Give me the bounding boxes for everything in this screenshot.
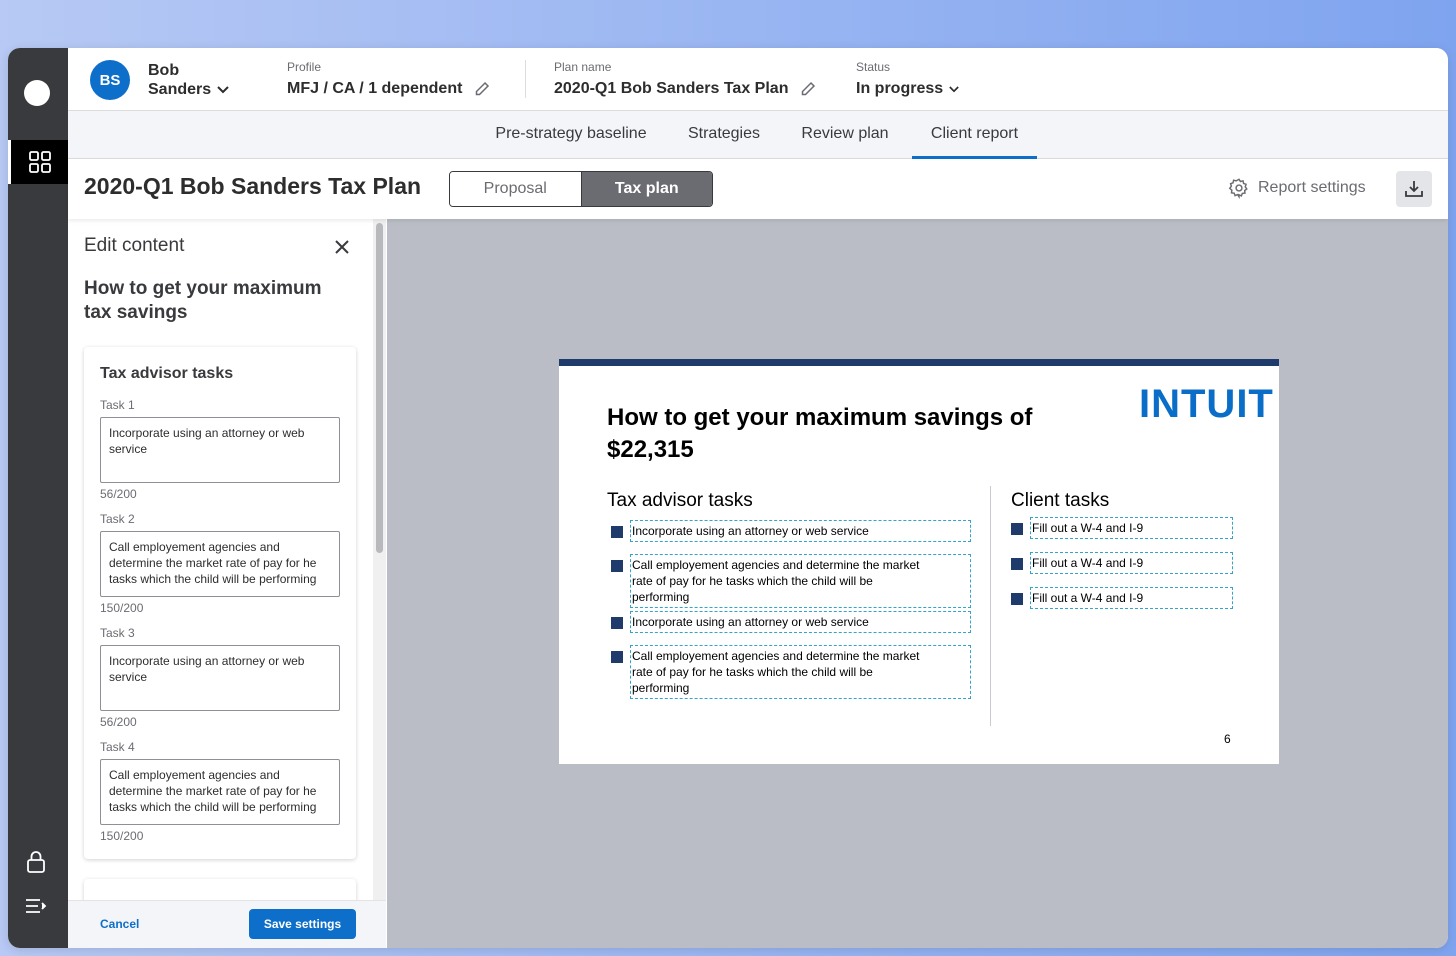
advisor-task-item[interactable]: Call employement agencies and determine … — [611, 554, 971, 608]
char-count: 56/200 — [100, 487, 137, 501]
panel-subtitle: How to get your maximum tax savings — [84, 278, 322, 323]
task-label: Task 3 — [100, 626, 135, 640]
task-label: Task 1 — [100, 398, 135, 412]
top-header: BS Bob Sanders Profile MFJ / CA / 1 depe… — [68, 48, 1448, 111]
left-rail — [8, 48, 68, 948]
bullet-square — [611, 651, 623, 663]
tab-pre-strategy-baseline[interactable]: Pre-strategy baseline — [488, 111, 654, 159]
avatar[interactable]: BS — [90, 60, 130, 100]
scrollbar-thumb[interactable] — [376, 223, 383, 553]
plan-name-label: Plan name — [554, 60, 612, 74]
task-4-input[interactable]: Call employement agencies and determine … — [100, 759, 340, 825]
menu-icon[interactable] — [25, 896, 47, 916]
task-1-input[interactable]: Incorporate using an attorney or web ser… — [100, 417, 340, 483]
pencil-icon[interactable] — [800, 81, 816, 97]
close-icon[interactable] — [334, 239, 350, 255]
view-toggle: Proposal Tax plan — [449, 171, 713, 207]
client-first-name: Bob — [148, 62, 180, 79]
profile-field: Profile MFJ / CA / 1 dependent — [287, 60, 490, 98]
report-settings-button[interactable]: Report settings — [1228, 177, 1366, 199]
download-button[interactable] — [1396, 171, 1432, 207]
client-column-title: Client tasks — [1011, 490, 1110, 511]
gear-icon — [1228, 178, 1248, 199]
edit-content-panel: Edit content How to get your maximum tax… — [68, 219, 386, 948]
bullet-square — [1011, 593, 1023, 605]
dashboard-icon[interactable] — [8, 140, 68, 184]
char-count: 150/200 — [100, 829, 144, 843]
download-icon — [1405, 181, 1423, 197]
pencil-icon[interactable] — [474, 81, 490, 97]
tax-advisor-tasks-card: Tax advisor tasks Task 1 Incorporate usi… — [84, 347, 356, 859]
status-label: Status — [856, 60, 891, 74]
panel-footer: Cancel Save settings — [68, 900, 386, 948]
advisor-task-text: Call employement agencies and determine … — [630, 645, 971, 699]
task-3-input[interactable]: Incorporate using an attorney or web ser… — [100, 645, 340, 711]
app-logo-icon[interactable] — [24, 80, 50, 106]
column-divider — [990, 486, 991, 726]
advisor-task-text: Incorporate using an attorney or web ser… — [630, 611, 971, 633]
client-task-item[interactable]: Fill out a W-4 and I-9 — [1011, 587, 1233, 609]
tab-strategies[interactable]: Strategies — [676, 111, 772, 159]
bullet-square — [1011, 558, 1023, 570]
chevron-down-icon — [949, 85, 959, 92]
page-title: 2020-Q1 Bob Sanders Tax Plan — [84, 173, 422, 199]
chevron-down-icon — [217, 80, 229, 99]
report-slide: How to get your maximum savings of $22,3… — [559, 359, 1279, 764]
bullet-square — [1011, 523, 1023, 535]
proposal-toggle[interactable]: Proposal — [450, 172, 581, 206]
title-bar: 2020-Q1 Bob Sanders Tax Plan Proposal Ta… — [68, 159, 1448, 219]
advisor-task-text: Call employement agencies and determine … — [630, 554, 971, 608]
tax-plan-toggle[interactable]: Tax plan — [580, 172, 712, 206]
profile-label: Profile — [287, 60, 322, 74]
bullet-square — [611, 617, 623, 629]
client-task-text: Fill out a W-4 and I-9 — [1030, 517, 1233, 539]
client-task-item[interactable]: Fill out a W-4 and I-9 — [1011, 517, 1233, 539]
bullet-square — [611, 526, 623, 538]
tab-client-report[interactable]: Client report — [912, 111, 1037, 159]
task-2-input[interactable]: Call employement agencies and determine … — [100, 531, 340, 597]
app-window: BS Bob Sanders Profile MFJ / CA / 1 depe… — [8, 48, 1448, 948]
client-task-text: Fill out a W-4 and I-9 — [1030, 552, 1233, 574]
save-settings-button[interactable]: Save settings — [249, 909, 356, 939]
page-number: 6 — [1224, 732, 1231, 746]
main-tabs: Pre-strategy baseline Strategies Review … — [68, 111, 1448, 159]
intuit-logo: INTUIT — [1139, 382, 1274, 426]
plan-name-field: Plan name 2020-Q1 Bob Sanders Tax Plan — [554, 60, 816, 98]
task-label: Task 2 — [100, 512, 135, 526]
advisor-task-text: Incorporate using an attorney or web ser… — [630, 520, 971, 542]
header-divider — [525, 60, 526, 98]
slide-title: How to get your maximum savings of $22,3… — [607, 404, 1033, 463]
cancel-button[interactable]: Cancel — [100, 917, 139, 931]
tab-review-plan[interactable]: Review plan — [794, 111, 896, 159]
client-last-name: Sanders — [148, 81, 212, 98]
char-count: 56/200 — [100, 715, 137, 729]
panel-scrollbar[interactable] — [373, 219, 386, 948]
advisor-task-item[interactable]: Incorporate using an attorney or web ser… — [611, 611, 971, 633]
profile-value: MFJ / CA / 1 dependent — [287, 80, 463, 97]
advisor-task-item[interactable]: Incorporate using an attorney or web ser… — [611, 520, 971, 542]
panel-heading: Edit content — [84, 235, 185, 256]
lock-icon[interactable] — [25, 850, 47, 874]
bullet-square — [611, 560, 623, 572]
card-title: Tax advisor tasks — [100, 365, 234, 382]
client-task-text: Fill out a W-4 and I-9 — [1030, 587, 1233, 609]
char-count: 150/200 — [100, 601, 144, 615]
status-value: In progress — [856, 80, 944, 97]
task-label: Task 4 — [100, 740, 135, 754]
advisor-task-item[interactable]: Call employement agencies and determine … — [611, 645, 971, 699]
plan-name-value: 2020-Q1 Bob Sanders Tax Plan — [554, 80, 789, 97]
client-task-item[interactable]: Fill out a W-4 and I-9 — [1011, 552, 1233, 574]
report-settings-label: Report settings — [1258, 179, 1366, 196]
client-selector[interactable]: Bob Sanders — [148, 61, 229, 99]
report-preview: How to get your maximum savings of $22,3… — [387, 219, 1448, 948]
advisor-column-title: Tax advisor tasks — [607, 490, 753, 511]
status-field[interactable]: Status In progress — [856, 60, 959, 98]
